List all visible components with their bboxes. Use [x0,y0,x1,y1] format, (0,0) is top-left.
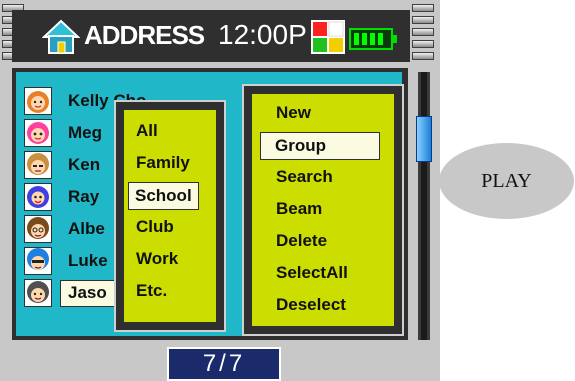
action-menu-item-new[interactable]: New [276,100,311,126]
contact-name: Meg [68,123,102,142]
contact-name: Ray [68,187,100,206]
right-grip [412,4,434,64]
avatar-icon [24,119,52,147]
scrollbar[interactable] [418,72,430,340]
app-title: ADDRESS [84,20,205,50]
avatar-icon [24,215,52,243]
avatar-icon [24,247,52,275]
group-menu-item[interactable]: Work [136,246,178,272]
group-menu: All Family School Club Work Etc. [114,100,226,332]
action-menu-item-selectall[interactable]: SelectAll [276,260,348,286]
action-menu: New Group Search Beam Delete SelectAll D… [242,84,404,336]
group-menu-body: All Family School Club Work Etc. [122,108,218,324]
action-menu-item-delete[interactable]: Delete [276,228,327,254]
avatar-icon [24,183,52,211]
group-menu-item[interactable]: Family [136,150,190,176]
contact-name: Albe [68,219,105,238]
avatar-icon [24,151,52,179]
contact-name: Jaso [68,283,107,302]
page-indicator: 7/7 [167,347,281,381]
contact-name: Luke [68,251,108,270]
group-menu-item[interactable]: All [136,118,158,144]
group-menu-item[interactable]: Club [136,214,174,240]
avatar-icon [24,87,52,115]
contact-name: Ken [68,155,101,174]
group-menu-item-selected[interactable]: School [128,182,199,210]
action-menu-item-search[interactable]: Search [276,164,333,190]
battery-icon [349,28,397,50]
clock: 12:00P [218,19,307,50]
action-menu-item-group[interactable]: Group [260,132,380,160]
action-menu-item-beam[interactable]: Beam [276,196,322,222]
avatar-icon [24,279,52,307]
play-button[interactable]: PLAY [439,143,574,219]
status-grid-icon [311,20,345,54]
action-menu-body: New Group Search Beam Delete SelectAll D… [250,92,396,328]
scrollbar-thumb[interactable] [416,116,432,162]
group-menu-item[interactable]: Etc. [136,278,167,304]
home-icon[interactable] [41,18,81,56]
action-menu-item-deselect[interactable]: Deselect [276,292,346,318]
device-screen: ADDRESS 12:00P Kelly Cho 017 [0,0,440,381]
